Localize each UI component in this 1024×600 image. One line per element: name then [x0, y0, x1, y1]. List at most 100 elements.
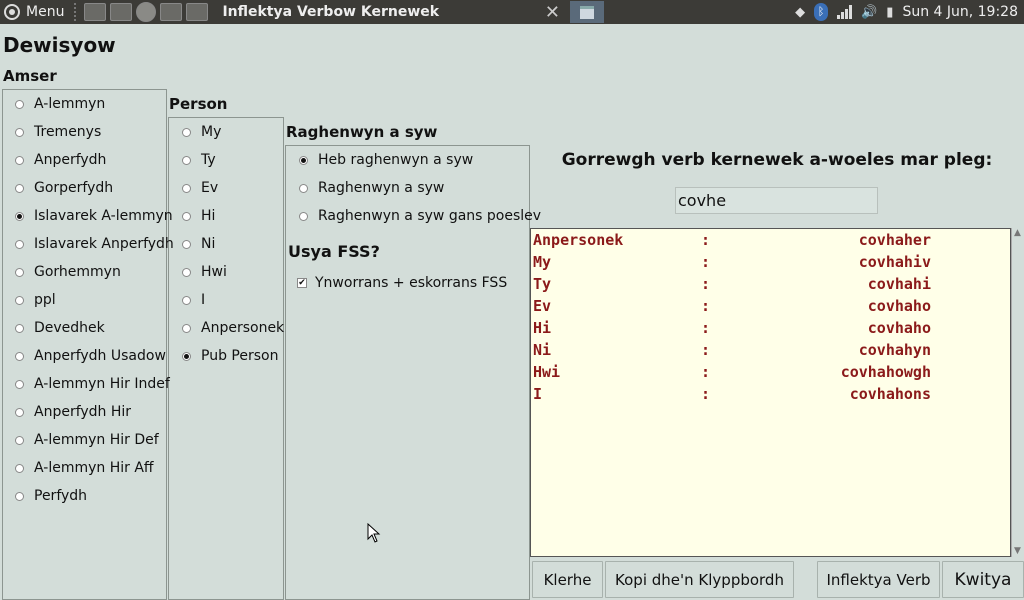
person-option-ni[interactable]: Ni — [182, 236, 215, 252]
person-option-i[interactable]: I — [182, 292, 205, 308]
verb-input[interactable] — [675, 187, 878, 214]
tense-option-anperfydh-usadow[interactable]: Anperfydh Usadow — [15, 348, 166, 364]
output-sep: : — [701, 253, 711, 271]
person-option-label: Pub Person — [201, 348, 279, 364]
output-sep: : — [701, 363, 711, 381]
browser-launcher-icon[interactable] — [136, 2, 157, 22]
tense-option-gorhemmyn[interactable]: Gorhemmyn — [15, 264, 121, 280]
pronoun-radio[interactable] — [299, 183, 308, 193]
tense-option-label: Perfydh — [34, 488, 88, 504]
bluetooth-icon[interactable]: ᛒ — [814, 3, 829, 21]
tense-option-devedhek[interactable]: Devedhek — [15, 320, 105, 336]
clock[interactable]: Sun 4 Jun, 19:28 — [902, 4, 1018, 20]
person-option-label: Hwi — [201, 264, 227, 280]
tense-radio[interactable] — [15, 323, 24, 333]
tense-option-label: A-lemmyn — [34, 96, 106, 112]
person-option-ev[interactable]: Ev — [182, 180, 218, 196]
person-option-my[interactable]: My — [182, 124, 221, 140]
pronoun-radio[interactable] — [299, 155, 308, 165]
battery-icon[interactable]: ▮ — [886, 5, 893, 20]
tense-radio[interactable] — [15, 379, 24, 389]
output-sep: : — [701, 297, 711, 315]
tense-radio[interactable] — [15, 351, 24, 361]
tense-option-label: Gorhemmyn — [34, 264, 121, 280]
pronoun-radio[interactable] — [299, 211, 308, 221]
copy-button[interactable]: Kopi dhe'n Klyppbordh — [605, 561, 794, 598]
scroll-down-icon[interactable]: ▼ — [1012, 546, 1023, 557]
output-form: covhaho — [867, 297, 931, 315]
tense-radio[interactable] — [15, 127, 24, 137]
person-radio[interactable] — [182, 267, 191, 277]
person-radio[interactable] — [182, 295, 191, 305]
inflect-button[interactable]: Inflektya Verb — [817, 561, 940, 598]
tense-option-tremenys[interactable]: Tremenys — [15, 124, 101, 140]
pronoun-option-label: Raghenwyn a syw — [318, 180, 445, 196]
person-radio[interactable] — [182, 211, 191, 221]
tense-option-a-lemmyn-hir-def[interactable]: A-lemmyn Hir Def — [15, 432, 159, 448]
output-row: Ni: covhahyn — [533, 341, 933, 363]
tense-option-gorperfydh[interactable]: Gorperfydh — [15, 180, 113, 196]
terminal-launcher-icon[interactable] — [84, 3, 107, 21]
tense-radio[interactable] — [15, 435, 24, 445]
conjugation-output[interactable]: Anpersonek: covhaher My: covhahiv Ty: covhahi… — [530, 228, 1011, 557]
tense-radio[interactable] — [15, 463, 24, 473]
close-icon[interactable]: ✕ — [540, 2, 564, 23]
person-radio[interactable] — [182, 155, 191, 165]
pronoun-option-label: Raghenwyn a syw gans poeslev — [318, 208, 542, 224]
tense-option-a-lemmyn-hir-aff[interactable]: A-lemmyn Hir Aff — [15, 460, 154, 476]
tense-option-islavarek-anperfydh[interactable]: Islavarek Anperfydh — [15, 236, 174, 252]
tense-radio[interactable] — [15, 211, 24, 221]
person-radio[interactable] — [182, 183, 191, 193]
tense-option-perfydh[interactable]: Perfydh — [15, 488, 87, 504]
person-option-pub-person[interactable]: Pub Person — [182, 348, 278, 364]
network-signal-icon[interactable] — [837, 5, 853, 19]
tense-option-label: Tremenys — [34, 124, 102, 140]
pronoun-option-raghenwyn-a-syw[interactable]: Raghenwyn a syw — [299, 180, 444, 196]
menu-label: Menu — [26, 4, 65, 20]
tense-option-islavarek-a-lemmyn[interactable]: Islavarek A-lemmyn — [15, 208, 173, 224]
files-launcher-icon[interactable] — [160, 3, 183, 21]
person-option-hi[interactable]: Hi — [182, 208, 215, 224]
scroll-up-icon[interactable]: ▲ — [1012, 228, 1023, 239]
tense-radio[interactable] — [15, 99, 24, 109]
tense-option-a-lemmyn-hir-indef[interactable]: A-lemmyn Hir Indef — [15, 376, 170, 392]
pronoun-option-raghenwyn-a-syw-gans-poeslev[interactable]: Raghenwyn a syw gans poeslev — [299, 208, 541, 224]
quit-button[interactable]: Kwitya — [942, 561, 1024, 598]
tense-radio[interactable] — [15, 295, 24, 305]
output-form: covhahowgh — [840, 363, 931, 381]
image-viewer-launcher-icon[interactable] — [110, 3, 133, 21]
person-option-ty[interactable]: Ty — [182, 152, 216, 168]
window-switcher-icon[interactable] — [570, 1, 605, 23]
person-radio[interactable] — [182, 239, 191, 249]
fss-checkbox[interactable]: ✔ — [297, 278, 307, 288]
tense-radio[interactable] — [15, 239, 24, 249]
tense-radio[interactable] — [15, 155, 24, 165]
person-option-anpersonek[interactable]: Anpersonek — [182, 320, 284, 336]
person-radio[interactable] — [182, 351, 191, 361]
active-window-title[interactable]: Inflektya Verbow Kernewek — [222, 4, 540, 20]
tense-option-label: Devedhek — [34, 320, 105, 336]
volume-icon[interactable]: 🔊 — [861, 5, 877, 20]
tense-radio[interactable] — [15, 267, 24, 277]
output-scrollbar[interactable]: ▲ ▼ — [1011, 228, 1023, 557]
pronoun-heading: Raghenwyn a syw — [286, 123, 438, 141]
tense-option-a-lemmyn[interactable]: A-lemmyn — [15, 96, 105, 112]
person-radio[interactable] — [182, 127, 191, 137]
top-panel: Menu Inflektya Verbow Kernewek ✕ ◆ ᛒ 🔊 ▮… — [0, 0, 1024, 24]
person-radio[interactable] — [182, 323, 191, 333]
tense-radio[interactable] — [15, 407, 24, 417]
tense-radio[interactable] — [15, 183, 24, 193]
output-sep: : — [701, 319, 711, 337]
window-launcher-icon[interactable] — [186, 3, 209, 21]
person-option-hwi[interactable]: Hwi — [182, 264, 227, 280]
tense-option-label: Gorperfydh — [34, 180, 114, 196]
dropbox-icon[interactable]: ◆ — [795, 5, 805, 20]
pronoun-option-heb-raghenwyn-a-syw[interactable]: Heb raghenwyn a syw — [299, 152, 473, 168]
tense-option-ppl[interactable]: ppl — [15, 292, 56, 308]
menu-button[interactable]: Menu — [0, 0, 70, 24]
tense-option-anperfydh[interactable]: Anperfydh — [15, 152, 106, 168]
tense-option-anperfydh-hir[interactable]: Anperfydh Hir — [15, 404, 131, 420]
fss-checkbox-row[interactable]: ✔ Ynworrans + eskorrans FSS — [297, 275, 507, 291]
tense-radio[interactable] — [15, 491, 24, 501]
clear-button[interactable]: Klerhe — [532, 561, 603, 598]
